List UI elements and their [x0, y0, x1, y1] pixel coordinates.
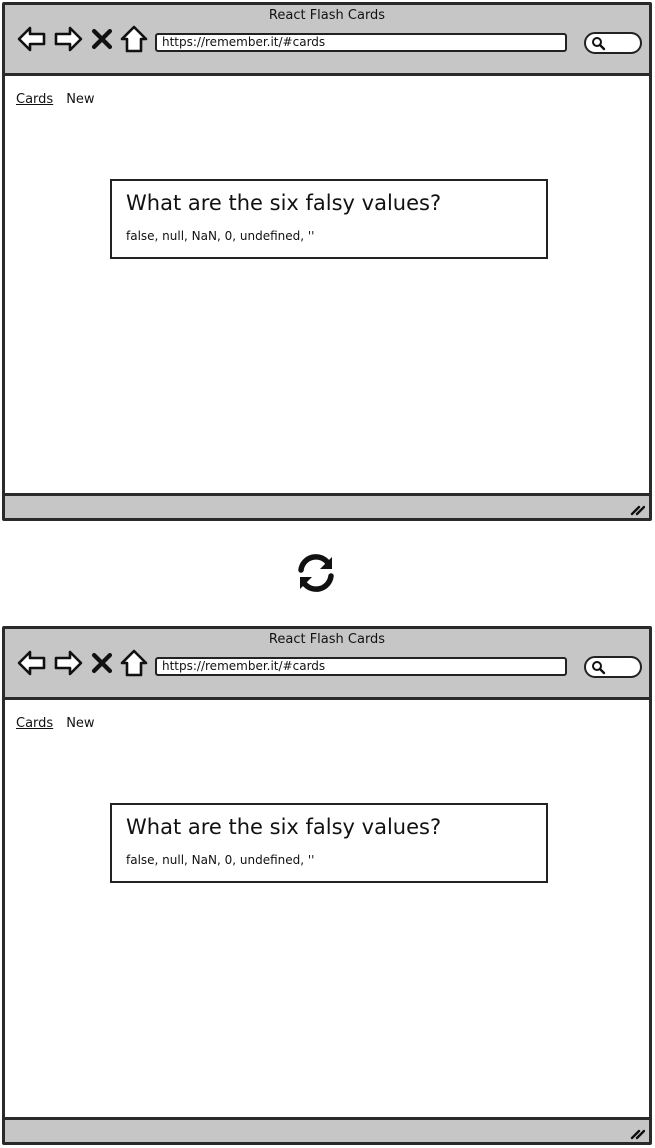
forward-arrow-icon — [54, 26, 83, 52]
browser-window-bottom: React Flash Cards https://remember.it/#c… — [2, 626, 652, 1145]
flash-card[interactable]: What are the six falsy values? false, nu… — [110, 179, 548, 259]
back-arrow-icon — [17, 26, 46, 52]
home-icon — [120, 649, 148, 677]
address-bar[interactable]: https://remember.it/#cards — [155, 657, 567, 676]
card-question: What are the six falsy values? — [126, 191, 442, 215]
nav-link-new[interactable]: New — [66, 716, 94, 731]
status-bar — [5, 493, 649, 518]
browser-window-top: React Flash Cards https://remember.it/#c… — [2, 2, 652, 521]
refresh-icon — [294, 551, 338, 595]
resize-grip-icon — [630, 505, 645, 516]
home-icon — [120, 25, 148, 53]
back-arrow-icon — [17, 650, 46, 676]
window-title: React Flash Cards — [268, 632, 386, 647]
nav-link-new[interactable]: New — [66, 92, 94, 107]
forward-arrow-icon — [54, 650, 83, 676]
back-button[interactable] — [16, 647, 48, 679]
flash-card[interactable]: What are the six falsy values? false, nu… — [110, 803, 548, 883]
search-icon — [592, 37, 606, 51]
home-button[interactable] — [118, 647, 150, 679]
search-field[interactable] — [584, 32, 642, 54]
search-field[interactable] — [584, 656, 642, 678]
stop-button[interactable] — [88, 23, 116, 55]
address-bar[interactable]: https://remember.it/#cards — [155, 33, 567, 52]
card-question: What are the six falsy values? — [126, 815, 442, 839]
home-button[interactable] — [118, 23, 150, 55]
browser-toolbar: React Flash Cards https://remember.it/#c… — [5, 5, 649, 76]
card-answer: false, null, NaN, 0, undefined, '' — [126, 853, 315, 867]
status-bar — [5, 1117, 649, 1142]
nav-link-cards[interactable]: Cards — [16, 716, 53, 731]
search-icon — [592, 661, 606, 675]
close-icon — [91, 652, 113, 674]
top-nav: Cards New — [16, 716, 108, 731]
close-icon — [91, 28, 113, 50]
page-content: Cards New What are the six falsy values? … — [5, 700, 649, 1117]
stop-button[interactable] — [88, 647, 116, 679]
back-button[interactable] — [16, 23, 48, 55]
forward-button[interactable] — [52, 647, 84, 679]
page-content: Cards New What are the six falsy values? … — [5, 76, 649, 493]
card-answer: false, null, NaN, 0, undefined, '' — [126, 229, 315, 243]
resize-grip[interactable] — [629, 1124, 645, 1140]
forward-button[interactable] — [52, 23, 84, 55]
nav-link-cards[interactable]: Cards — [16, 92, 53, 107]
top-nav: Cards New — [16, 92, 108, 107]
resize-grip[interactable] — [629, 500, 645, 516]
window-title: React Flash Cards — [268, 8, 386, 23]
resize-grip-icon — [630, 1129, 645, 1140]
browser-toolbar: React Flash Cards https://remember.it/#c… — [5, 629, 649, 700]
